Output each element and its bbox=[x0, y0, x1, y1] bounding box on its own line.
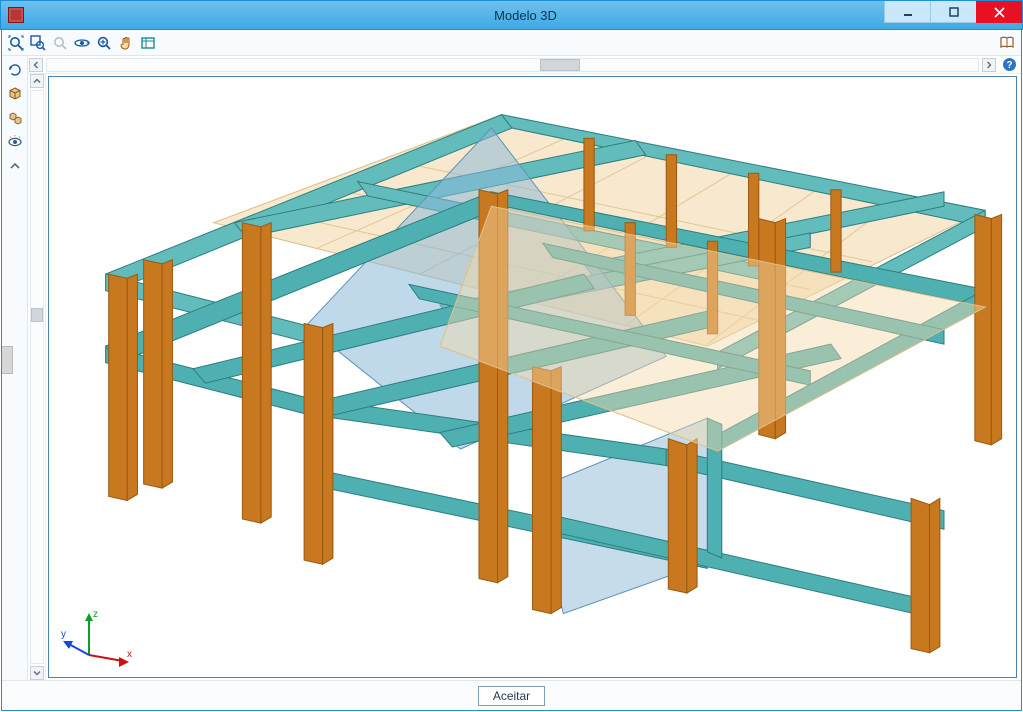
cube-icon bbox=[7, 86, 23, 102]
pan-hand-icon bbox=[118, 35, 134, 51]
chevron-up-icon bbox=[33, 77, 41, 85]
hscroll-left-button[interactable] bbox=[29, 58, 43, 72]
pan-button[interactable] bbox=[116, 33, 136, 53]
vscroll-up-button[interactable] bbox=[30, 74, 44, 88]
close-button[interactable] bbox=[976, 1, 1022, 23]
axis-x-label: x bbox=[127, 649, 132, 660]
splitter-handle[interactable] bbox=[2, 346, 13, 374]
help-book-button[interactable] bbox=[997, 33, 1017, 53]
zoom-previous-icon bbox=[52, 35, 68, 51]
zoom-extents-button[interactable] bbox=[6, 33, 26, 53]
close-icon bbox=[994, 7, 1005, 18]
chevron-down-icon bbox=[33, 669, 41, 677]
axis-y-label: y bbox=[61, 629, 66, 640]
help-question-icon: ? bbox=[1002, 57, 1017, 72]
cube-button[interactable] bbox=[5, 84, 25, 104]
vscroll-thumb[interactable] bbox=[31, 308, 43, 322]
help-button[interactable]: ? bbox=[1001, 57, 1017, 73]
orbit-icon bbox=[74, 35, 90, 51]
app-icon bbox=[8, 7, 24, 23]
hscroll-track[interactable] bbox=[46, 58, 979, 72]
vscroll-track[interactable] bbox=[30, 90, 44, 664]
box-icon bbox=[140, 35, 156, 51]
body-row: ? bbox=[2, 56, 1021, 680]
zoom-previous-button[interactable] bbox=[50, 33, 70, 53]
help-book-icon bbox=[999, 35, 1015, 51]
chevron-left-icon bbox=[32, 61, 40, 69]
collapse-up-icon bbox=[9, 161, 21, 171]
rotate-button[interactable] bbox=[5, 60, 25, 80]
zoom-window-icon bbox=[30, 35, 46, 51]
top-toolbar bbox=[2, 30, 1021, 56]
window-controls bbox=[884, 1, 1022, 23]
eye-button[interactable] bbox=[5, 132, 25, 152]
client-area: ? bbox=[1, 30, 1022, 711]
axis-gizmo: z y x bbox=[59, 605, 141, 669]
axis-z-label: z bbox=[93, 609, 98, 620]
vscroll-down-button[interactable] bbox=[30, 666, 44, 680]
collapse-up-button[interactable] bbox=[5, 156, 25, 176]
cubes-button[interactable] bbox=[5, 108, 25, 128]
app-icon-slot bbox=[3, 1, 29, 29]
zoom-in-button[interactable] bbox=[94, 33, 114, 53]
main-area: ? bbox=[28, 56, 1021, 680]
vscroll-col bbox=[28, 74, 46, 680]
minimize-button[interactable] bbox=[884, 1, 930, 23]
footer: Aceitar bbox=[2, 680, 1021, 710]
cubes-icon bbox=[7, 110, 23, 126]
orbit-button[interactable] bbox=[72, 33, 92, 53]
rotate-icon bbox=[7, 62, 23, 78]
hscroll-thumb[interactable] bbox=[540, 59, 580, 71]
minimize-icon bbox=[903, 7, 913, 17]
box-button[interactable] bbox=[138, 33, 158, 53]
model-scene bbox=[49, 77, 1016, 677]
viewport-3d[interactable]: z y x bbox=[48, 76, 1017, 678]
accept-button[interactable]: Aceitar bbox=[478, 686, 545, 706]
eye-icon bbox=[7, 134, 23, 150]
hscroll-row: ? bbox=[28, 56, 1021, 74]
zoom-extents-icon bbox=[8, 35, 24, 51]
zoom-window-button[interactable] bbox=[28, 33, 48, 53]
hscroll-right-button[interactable] bbox=[982, 58, 996, 72]
maximize-button[interactable] bbox=[930, 1, 976, 23]
svg-text:?: ? bbox=[1006, 60, 1012, 71]
chevron-right-icon bbox=[985, 61, 993, 69]
zoom-in-icon bbox=[96, 35, 112, 51]
vscroll-row: z y x bbox=[28, 74, 1021, 680]
titlebar: Modelo 3D bbox=[0, 0, 1023, 30]
maximize-icon bbox=[949, 7, 959, 17]
window-title: Modelo 3D bbox=[29, 8, 1022, 23]
